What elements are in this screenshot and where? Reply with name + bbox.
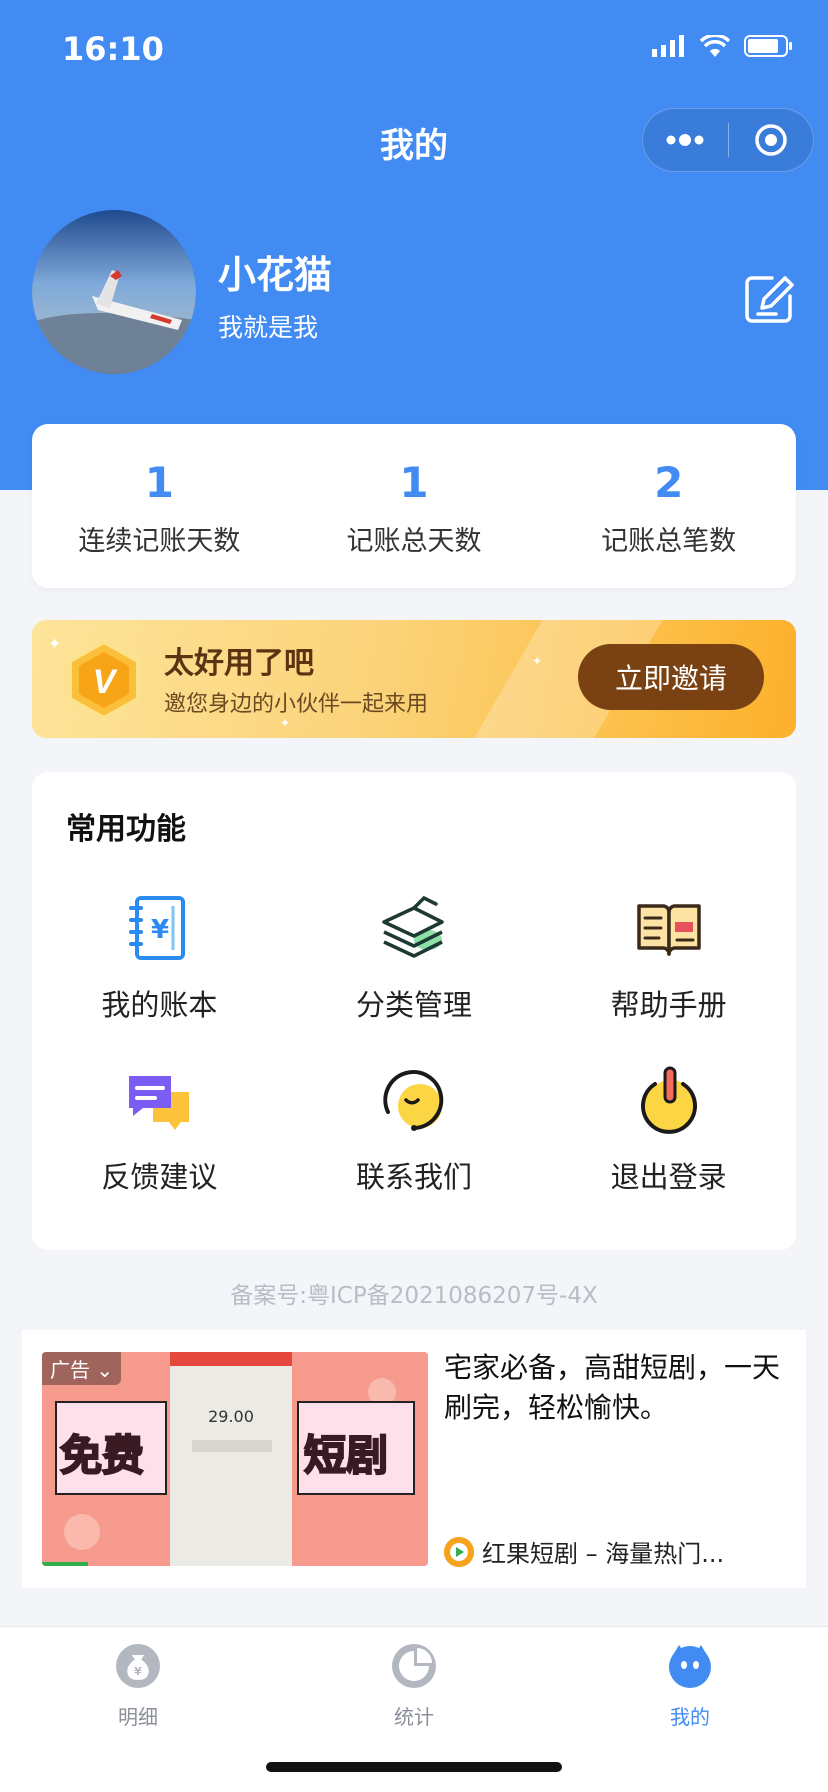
invite-banner[interactable]: ✦ ✦ ✦ V 太好用了吧 邀您身边的小伙伴一起来用 立即邀请 — [32, 620, 796, 738]
tab-statistics[interactable]: 统计 — [334, 1643, 494, 1730]
stat-total-records: 2 记账总笔数 — [541, 424, 796, 588]
func-help-manual[interactable]: 帮助手册 — [541, 892, 796, 1024]
stat-value: 1 — [399, 458, 429, 507]
stat-value: 1 — [144, 458, 174, 507]
func-label: 帮助手册 — [610, 988, 727, 1022]
sparkle-icon: ✦ — [532, 654, 543, 668]
section-title: 常用功能 — [66, 812, 186, 847]
ad-image[interactable]: 29.00 免费 短剧 广告 ⌄ — [42, 1352, 428, 1566]
miniapp-capsule — [642, 108, 814, 172]
icp-filing: 备案号:粤ICP备2021086207号-4X — [230, 1283, 598, 1309]
svg-text:29.00: 29.00 — [208, 1407, 254, 1426]
battery-icon — [744, 35, 792, 57]
func-feedback[interactable]: 反馈建议 — [32, 1064, 287, 1196]
logout-icon — [640, 1066, 697, 1134]
ad-image-text-left: 免费 — [59, 1430, 145, 1481]
func-label: 反馈建议 — [101, 1160, 218, 1194]
pie-chart-icon — [392, 1644, 436, 1688]
func-my-ledger[interactable]: ¥ 我的账本 — [32, 892, 287, 1024]
more-dots-icon — [666, 134, 704, 146]
profile-face-icon — [669, 1645, 711, 1688]
invite-title: 太好用了吧 — [164, 646, 314, 681]
more-button[interactable] — [643, 109, 728, 171]
stat-consecutive-days: 1 连续记账天数 — [32, 424, 287, 588]
ad-image-text-right: 短剧 — [303, 1430, 389, 1481]
stat-total-days: 1 记账总天数 — [287, 424, 542, 588]
function-grid: ¥ 我的账本 分类管理 帮助手册 反馈建议 联系我们 退出登录 — [32, 892, 796, 1196]
tab-mine[interactable]: 我的 — [610, 1643, 770, 1730]
avatar-airplane-image — [32, 210, 196, 374]
user-signature: 我就是我 — [218, 313, 319, 342]
common-functions-card: 常用功能 ¥ 我的账本 分类管理 帮助手册 反馈建议 联系我们 退出登录 — [32, 772, 796, 1250]
ad-source-label: 红果短剧 – 海量热门... — [482, 1540, 725, 1568]
tab-label: 明细 — [118, 1705, 158, 1729]
func-label: 分类管理 — [355, 988, 472, 1022]
ad-tag[interactable]: 广告 ⌄ — [42, 1352, 122, 1385]
username: 小花猫 — [218, 253, 333, 297]
ad-source[interactable]: 红果短剧 – 海量热门... — [444, 1534, 724, 1569]
target-icon — [755, 124, 787, 156]
category-icon — [382, 895, 444, 958]
sparkle-icon: ✦ — [48, 634, 62, 653]
stat-label: 记账总笔数 — [601, 526, 737, 557]
home-indicator[interactable] — [266, 1762, 562, 1772]
ad-text: 宅家必备，高甜短剧，一天刷完，轻松愉快。 — [444, 1351, 781, 1424]
contact-icon — [383, 1070, 444, 1131]
stat-value: 2 — [654, 458, 684, 507]
ad-app-icon — [444, 1536, 474, 1567]
invite-button[interactable]: 立即邀请 — [578, 644, 764, 710]
vip-badge-letter: V — [93, 663, 119, 701]
invite-subtitle: 邀您身边的小伙伴一起来用 — [164, 692, 429, 717]
svg-text:¥: ¥ — [134, 1665, 142, 1678]
svg-text:¥: ¥ — [151, 915, 169, 945]
func-label: 联系我们 — [355, 1160, 472, 1194]
sparkle-icon: ✦ — [280, 716, 291, 730]
feedback-icon — [129, 1076, 190, 1130]
stat-label: 连续记账天数 — [78, 526, 241, 557]
tab-label: 我的 — [670, 1705, 710, 1729]
func-label: 我的账本 — [101, 988, 218, 1022]
ledger-icon: ¥ — [129, 896, 186, 960]
wifi-icon — [700, 35, 730, 57]
stats-card: 1 连续记账天数 1 记账总天数 2 记账总笔数 — [32, 424, 796, 588]
status-time: 16:10 — [62, 30, 164, 68]
status-bar: 16:10 — [0, 0, 828, 100]
close-miniapp-button[interactable] — [729, 109, 814, 171]
ad-tag-label: 广告 — [50, 1358, 90, 1382]
func-contact-us[interactable]: 联系我们 — [287, 1064, 542, 1196]
func-logout[interactable]: 退出登录 — [541, 1064, 796, 1196]
func-category-manage[interactable]: 分类管理 — [287, 892, 542, 1024]
chevron-down-icon: ⌄ — [96, 1358, 114, 1382]
stat-label: 记账总天数 — [346, 526, 482, 557]
tab-label: 统计 — [394, 1705, 434, 1729]
ad-card[interactable]: 29.00 免费 短剧 广告 ⌄ 宅家必备，高甜短剧，一天刷完，轻松愉快。 红果… — [22, 1330, 806, 1588]
status-icons — [652, 34, 794, 58]
help-book-icon — [636, 904, 701, 956]
edit-icon[interactable] — [742, 272, 796, 326]
avatar[interactable] — [32, 210, 196, 374]
tab-details[interactable]: ¥ 明细 — [58, 1643, 218, 1730]
func-label: 退出登录 — [610, 1160, 727, 1194]
signal-icon — [652, 35, 684, 57]
vip-badge-icon: V — [68, 640, 140, 720]
money-bag-icon: ¥ — [116, 1644, 160, 1688]
